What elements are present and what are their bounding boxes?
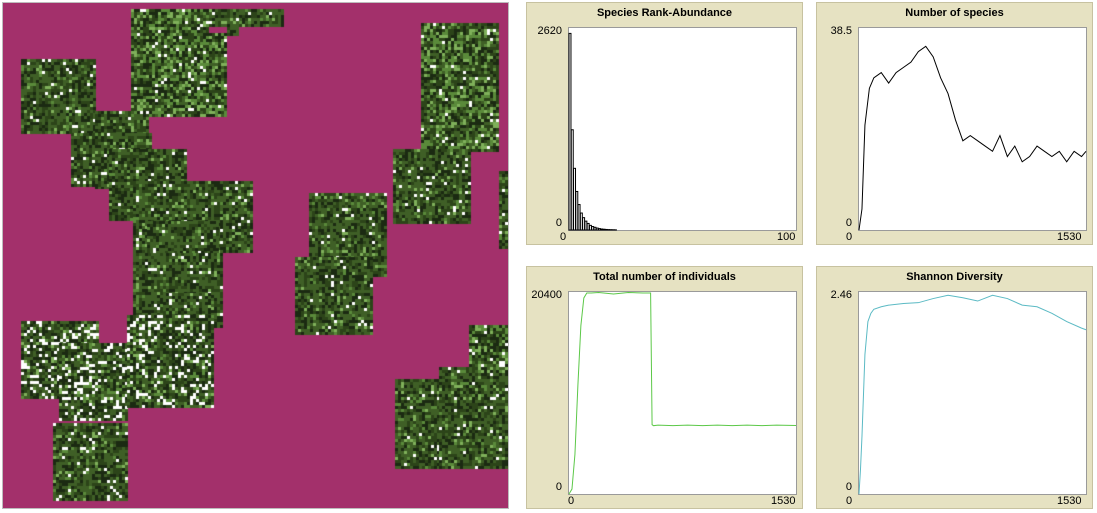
- rank-bar: [595, 227, 599, 231]
- y-min-label: 0: [845, 217, 852, 229]
- y-max-label: 2620: [537, 25, 562, 37]
- y-max-label: 2.46: [830, 289, 852, 301]
- plot-rank-abundance: Species Rank-Abundance 2620 0 0 100: [526, 2, 803, 245]
- rank-bar: [568, 32, 572, 231]
- rank-bar: [582, 217, 586, 231]
- rank-bar: [586, 222, 590, 231]
- plot-total-individuals: Total number of individuals 20400 0 0 15…: [526, 266, 803, 509]
- y-min-label: 0: [845, 481, 852, 493]
- rank-bar: [584, 220, 588, 231]
- rank-bar: [573, 167, 577, 231]
- rank-bar: [593, 226, 597, 231]
- plot-svg: [568, 32, 617, 231]
- x-min-label: 0: [560, 231, 567, 243]
- x-max-label: 1530: [1057, 495, 1082, 507]
- x-min-label: 0: [568, 495, 575, 507]
- series-line: [858, 45, 1087, 231]
- rank-bar: [591, 226, 595, 231]
- plot-svg: [858, 294, 1087, 495]
- y-min-label: 0: [555, 217, 562, 229]
- rank-bar: [600, 228, 604, 231]
- rank-bar: [598, 228, 601, 231]
- series-line: [568, 291, 797, 495]
- plot-number-of-species: Number of species 38.5 0 0 1530: [816, 2, 1093, 245]
- x-min-label: 0: [846, 231, 853, 243]
- world-view[interactable]: [2, 2, 509, 509]
- y-max-label: 38.5: [830, 25, 852, 37]
- rank-bar: [579, 212, 583, 231]
- y-min-label: 0: [555, 481, 562, 493]
- series-line: [858, 294, 1087, 495]
- x-max-label: 1530: [771, 495, 796, 507]
- rank-bar: [602, 228, 606, 231]
- rank-bar: [604, 228, 608, 231]
- x-max-label: 100: [777, 231, 796, 243]
- plot-svg: [858, 45, 1087, 231]
- rank-bar: [588, 224, 592, 231]
- rank-bar: [577, 204, 581, 231]
- x-min-label: 0: [846, 495, 853, 507]
- plot-svg: [568, 291, 797, 495]
- patch-canvas: [3, 3, 508, 508]
- x-max-label: 1530: [1057, 231, 1082, 243]
- rank-bar: [570, 129, 574, 231]
- y-max-label: 20400: [531, 289, 562, 301]
- rank-bar: [575, 190, 579, 231]
- plot-shannon-diversity: Shannon Diversity 2.46 0 0 1530: [816, 266, 1093, 509]
